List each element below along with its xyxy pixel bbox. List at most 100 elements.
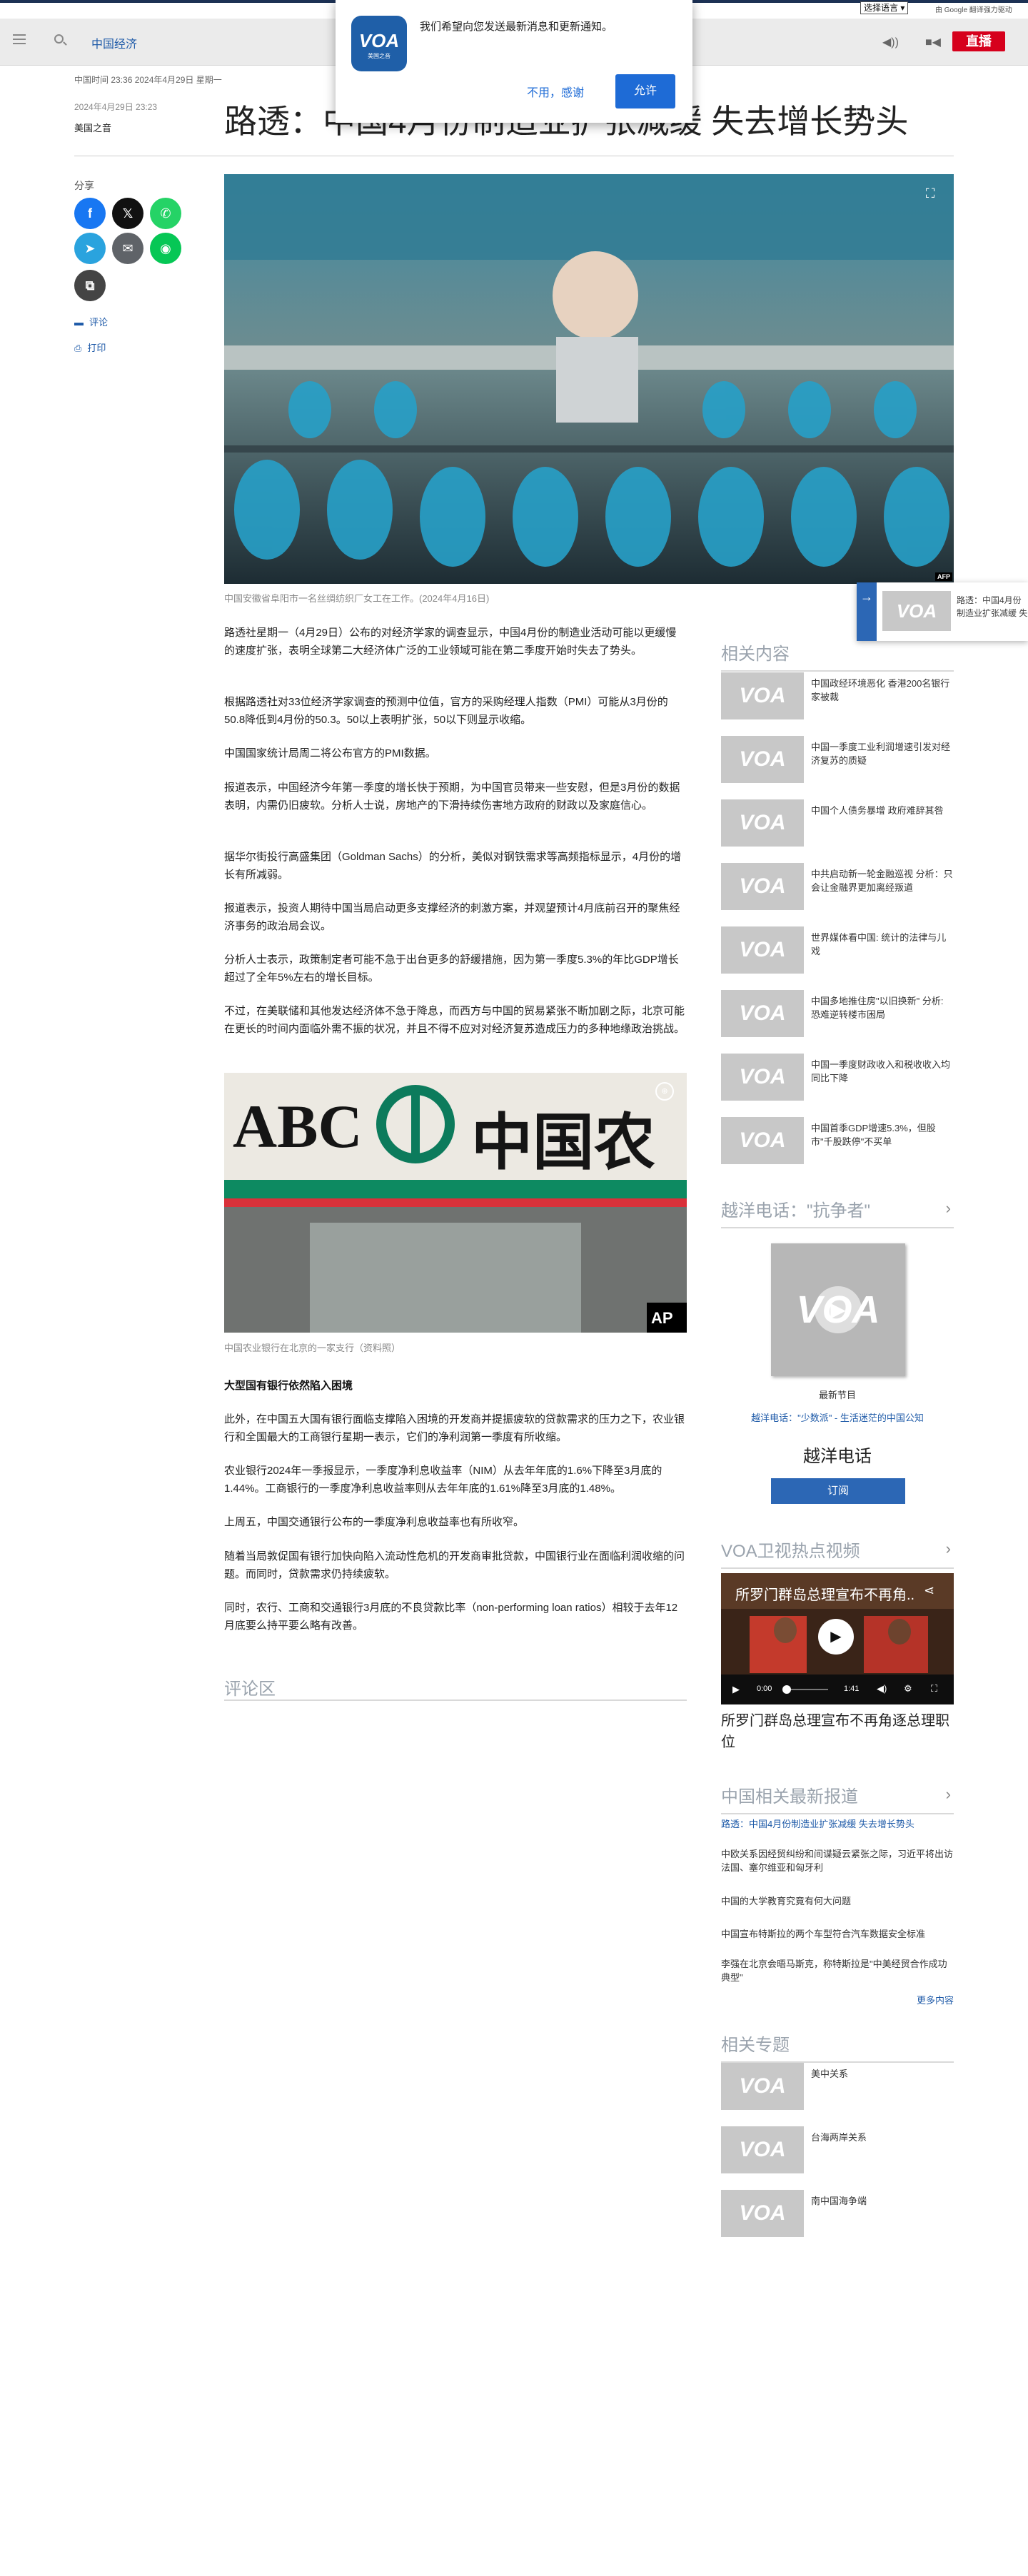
more-link[interactable]: 更多内容: [917, 1993, 954, 2006]
news-link[interactable]: 李强在北京会晤马斯克，称特斯拉是"中美经贸合作成功典型": [721, 1957, 954, 1984]
thumbnail: VOA: [721, 926, 804, 974]
podcast-heading[interactable]: 越洋电话："抗争者" ›: [721, 1196, 954, 1228]
allow-button[interactable]: 允许: [615, 74, 675, 108]
decline-button[interactable]: 不用，感谢: [527, 83, 584, 100]
latest-episode-label: 最新节目: [818, 1390, 856, 1400]
thumbnail: VOA: [721, 1054, 804, 1101]
news-link[interactable]: 中国宣布特斯拉的两个车型符合汽车数据安全标准: [721, 1927, 954, 1941]
line-icon[interactable]: ◉: [150, 233, 181, 264]
news-link[interactable]: 路透：中国4月份制造业扩张减缓 失去增长势头: [721, 1817, 954, 1831]
related-heading-label: 相关内容: [721, 645, 790, 664]
comments-link[interactable]: ▬ 评论: [74, 315, 108, 328]
google-translate-credit: 由 Google 翻译强力驱动: [935, 6, 1012, 14]
thumbnail: VOA: [721, 672, 804, 719]
related-title: 世界媒体看中国: 统计的法律与儿戏: [811, 932, 947, 956]
related-title: 中国政经环境恶化 香港200名银行家被裁: [811, 678, 950, 702]
gallery-icon[interactable]: ⊕: [655, 1082, 674, 1101]
section-link[interactable]: 中国经济: [91, 34, 137, 51]
news-link[interactable]: 中国的大学教育究竟有何大问题: [721, 1894, 954, 1908]
article-paragraph: 分析人士表示，政策制定者可能不急于出台更多的舒缓措施，因为第一季度5.3%的年比…: [224, 954, 679, 984]
topic-item[interactable]: VOA 美中关系: [721, 2063, 954, 2113]
related-item[interactable]: VOA 世界媒体看中国: 统计的法律与儿戏: [721, 926, 954, 976]
fullscreen-icon[interactable]: ⛶: [931, 1683, 937, 1694]
video-heading[interactable]: VOA卫视热点视频 ›: [721, 1537, 954, 1569]
related-item[interactable]: VOA 中国个人债务暴增 政府难辞其咎: [721, 799, 954, 849]
big-play-icon[interactable]: ▶: [818, 1619, 854, 1655]
related-heading: 相关内容: [721, 640, 954, 672]
image-caption: 中国农业银行在北京的一家支行（资料照）: [224, 1343, 401, 1353]
news-link[interactable]: 中欧关系因经贸纠纷和间谍疑云紧张之际，习近平将出访法国、塞尔维亚和匈牙利: [721, 1847, 954, 1874]
logo-text: VOA: [358, 30, 400, 51]
thumbnail: VOA: [721, 799, 804, 847]
seek-handle[interactable]: [782, 1685, 791, 1694]
news-heading[interactable]: 中国相关最新报道 ›: [721, 1782, 954, 1814]
podcast-name: 越洋电话: [803, 1447, 872, 1466]
notification-prompt: VOA 美国之音 我们希望向您发送最新消息和更新通知。 不用，感谢 允许: [336, 0, 692, 123]
related-item[interactable]: VOA 中国政经环境恶化 香港200名银行家被裁: [721, 672, 954, 722]
topic-title: 南中国海争端: [811, 2196, 867, 2206]
chevron-right-icon: ›: [945, 1785, 951, 1803]
print-link[interactable]: ⎙ 打印: [74, 340, 106, 354]
photo-credit: AFP: [935, 572, 952, 581]
topics-heading: 相关专题: [721, 2031, 954, 2063]
thumbnail: VOA: [721, 1117, 804, 1164]
voa-logo: VOA 美国之音: [351, 16, 407, 71]
mini-thumbnail: VOA: [882, 591, 951, 631]
mini-player-title[interactable]: 路透：中国4月份制造业扩张减缓 失去增长势头: [957, 594, 1028, 621]
bank-sign-text: ABC: [233, 1092, 363, 1161]
section-subheading: 大型国有银行依然陷入困境: [224, 1380, 353, 1392]
topic-item[interactable]: VOA 南中国海争端: [721, 2190, 954, 2240]
related-item[interactable]: VOA 中国一季度工业利润增速引发对经济复苏的质疑: [721, 736, 954, 786]
photo-credit: AP: [651, 1309, 673, 1327]
email-icon[interactable]: ✉: [112, 233, 143, 264]
topics-heading-label: 相关专题: [721, 2036, 790, 2055]
share-icon[interactable]: ⋖: [924, 1583, 934, 1598]
play-icon[interactable]: ▶: [732, 1684, 740, 1695]
hero-caption: 中国安徽省阜阳市一名丝绸纺织厂女工在工作。(2024年4月16日): [224, 593, 490, 604]
whatsapp-icon[interactable]: ✆: [150, 198, 181, 229]
arrow-right-icon[interactable]: →: [857, 582, 877, 641]
related-item[interactable]: VOA 中国首季GDP增速5.3%，但股市"千股跌停"不买单: [721, 1117, 954, 1167]
language-select[interactable]: 选择语言 ▾: [860, 1, 909, 14]
related-item[interactable]: VOA 中共启动新一轮金融巡视 分析：只会让金融界更加离经叛道: [721, 863, 954, 913]
latest-episode-link[interactable]: 越洋电话："少数派" - 生活迷茫的中国公知: [721, 1410, 954, 1424]
hero-image[interactable]: [224, 174, 954, 584]
search-icon[interactable]: [54, 34, 64, 44]
x-icon[interactable]: 𝕏: [112, 198, 143, 229]
menu-icon[interactable]: [13, 34, 26, 44]
topic-item[interactable]: VOA 台海两岸关系: [721, 2126, 954, 2176]
related-item[interactable]: VOA 中国多地推住房"以旧换新" 分析: 恐难逆转楼市困局: [721, 990, 954, 1040]
related-title: 中共启动新一轮金融巡视 分析：只会让金融界更加离经叛道: [811, 869, 953, 893]
news-heading-label: 中国相关最新报道: [721, 1787, 858, 1807]
copy-link-icon[interactable]: ⧉: [74, 270, 106, 301]
notification-message: 我们希望向您发送最新消息和更新通知。: [420, 21, 613, 33]
article-paragraph: 报道表示，投资人期待中国当局启动更多支撑经济的刺激方案，并观望预计4月底前召开的…: [224, 902, 680, 932]
play-icon[interactable]: ▶: [815, 1286, 862, 1333]
live-button[interactable]: 直播: [952, 31, 1005, 51]
expand-icon[interactable]: ⛶: [921, 184, 939, 203]
related-item[interactable]: VOA 中国一季度财政收入和税收收入均同比下降: [721, 1054, 954, 1103]
comments-label: 评论: [89, 317, 109, 328]
telegram-icon[interactable]: ➤: [74, 233, 106, 264]
thumbnail: VOA: [721, 736, 804, 783]
video-caption[interactable]: 所罗门群岛总理宣布不再角逐总理职位: [721, 1710, 954, 1753]
topic-title: 台海两岸关系: [811, 2132, 867, 2143]
print-label: 打印: [87, 343, 106, 353]
article-paragraph: 中国国家统计局周二将公布官方的PMI数据。: [224, 747, 436, 759]
article-paragraph: 随着当局敦促国有银行加快向陷入流动性危机的开发商审批贷款，中国银行业在面临利润收…: [224, 1550, 685, 1580]
byline[interactable]: 美国之音: [74, 121, 111, 134]
logo-subtext: 美国之音: [368, 53, 390, 59]
audio-icon[interactable]: ◀)): [882, 35, 899, 49]
video-icon[interactable]: ■◀: [925, 35, 941, 49]
publish-times: 中国时间 23:36 2024年4月29日 星期一: [74, 75, 222, 85]
divider: [224, 1699, 687, 1701]
subscribe-button[interactable]: 订阅: [771, 1478, 905, 1504]
article-paragraph: 据华尔街投行高盛集团（Goldman Sachs）的分析，美似对钢铁需求等高频指…: [224, 851, 682, 881]
settings-icon[interactable]: ⚙: [904, 1683, 912, 1694]
video-title-overlay: 所罗门群岛总理宣布不再角...: [735, 1587, 914, 1603]
facebook-icon[interactable]: f: [74, 198, 106, 229]
volume-icon[interactable]: ◀): [877, 1683, 887, 1694]
comments-heading: 评论区: [224, 1680, 276, 1699]
related-title: 中国一季度财政收入和税收收入均同比下降: [811, 1059, 951, 1084]
video-heading-label: VOA卫视热点视频: [721, 1542, 860, 1561]
